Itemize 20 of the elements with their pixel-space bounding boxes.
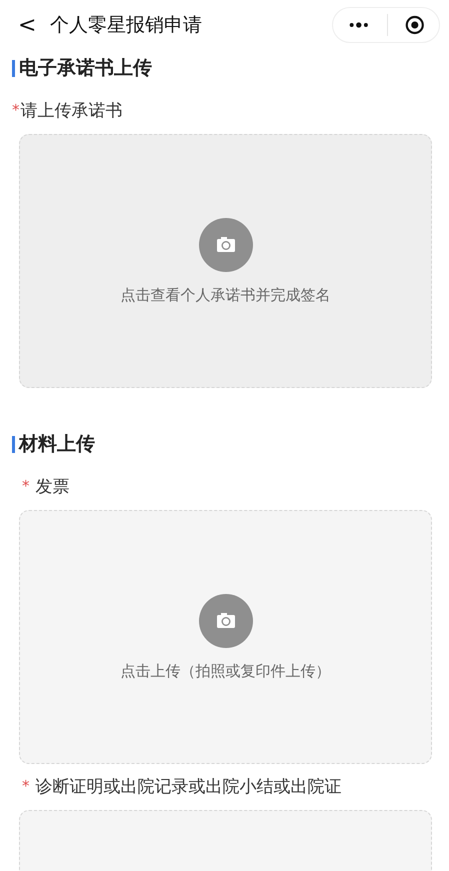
field-label: 请上传承诺书 — [20, 100, 122, 122]
camera-icon — [198, 594, 252, 648]
section-marker — [12, 60, 15, 76]
required-mark: * — [22, 777, 30, 795]
camera-icon — [198, 218, 252, 272]
more-icon[interactable] — [349, 21, 369, 29]
upload-area[interactable]: 点击查看个人承诺书并完成签名 — [19, 134, 432, 388]
close-target-icon[interactable] — [405, 14, 426, 36]
required-mark: * — [22, 477, 30, 495]
section-title: 电子承诺书上传 — [19, 56, 152, 81]
section-marker — [12, 436, 15, 452]
section-title: 材料上传 — [19, 432, 95, 457]
upload-hint: 点击查看个人承诺书并完成签名 — [120, 286, 330, 304]
page-title: 个人零星报销申请 — [50, 13, 203, 38]
back-button[interactable]: < — [18, 12, 50, 38]
upload-hint: 点击上传（拍照或复印件上传） — [120, 662, 330, 680]
field-label: 诊断证明或出院记录或出院小结或出院证 — [36, 776, 342, 798]
upload-area[interactable]: 点击上传（拍照或复印件上传） — [19, 510, 432, 764]
required-mark: * — [12, 101, 20, 119]
field-label: 发票 — [36, 476, 70, 498]
